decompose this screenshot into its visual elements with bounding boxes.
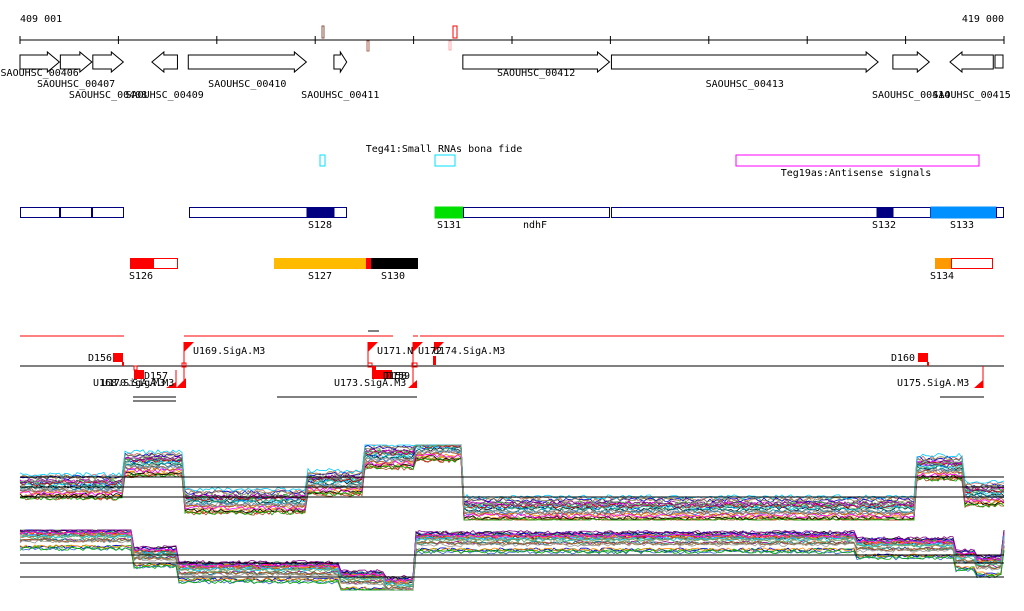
- s132-label: S132: [872, 220, 896, 231]
- segment-s127[interactable]: [274, 258, 366, 269]
- axis-feature: [366, 40, 370, 52]
- gene-arrow[interactable]: [610, 50, 879, 74]
- s130-label: S130: [381, 271, 405, 282]
- s131-label: S131: [437, 220, 461, 231]
- ndhf-label: ndhF: [523, 220, 547, 231]
- gene-arrow[interactable]: [187, 50, 308, 74]
- tss-marker[interactable]: [918, 353, 928, 362]
- expression-panel-1: [19, 444, 1005, 521]
- axis-start-label: 409 001: [20, 14, 62, 25]
- tss-label: U175.SigA.M3: [897, 378, 969, 389]
- gene-label: SAOUHSC_00412: [497, 68, 575, 79]
- gene-label: SAOUHSC_00413: [706, 79, 784, 90]
- tss-track: [20, 330, 1004, 402]
- gene-label: SAOUHSC_00406: [1, 68, 79, 79]
- s128-label: S128: [308, 220, 332, 231]
- gene-arrow[interactable]: [59, 50, 93, 74]
- gene-label: SAOUHSC_00407: [37, 79, 115, 90]
- tss-label: U169.SigA.M3: [193, 346, 265, 357]
- segment-s133[interactable]: [930, 206, 997, 219]
- tss-label: U174.SigA.M3: [433, 346, 505, 357]
- s133-label: S133: [950, 220, 974, 231]
- gene-arrow[interactable]: [151, 50, 178, 74]
- segment-ndhf[interactable]: [463, 207, 610, 218]
- tss-label: U173.SigA.M3: [334, 378, 406, 389]
- s127-label: S127: [308, 271, 332, 282]
- segment[interactable]: [20, 207, 60, 218]
- segment-s134[interactable]: [935, 258, 951, 269]
- segments-row-1: [20, 206, 1004, 219]
- segment-s128[interactable]: [306, 207, 335, 218]
- gene-label: SAOUHSC_00409: [126, 90, 204, 101]
- tss-label: U170.SigA.M3: [102, 378, 174, 389]
- segment[interactable]: [92, 207, 124, 218]
- genome-browser: 409 001 419 000 SAOUHSC_00406SAOUHSC_004…: [1, 14, 1011, 591]
- s126-label: S126: [129, 271, 153, 282]
- gene-fragment[interactable]: [994, 54, 1004, 69]
- teg41-label: Teg41:Small RNAs bona fide: [366, 144, 523, 155]
- segment-s126[interactable]: [130, 258, 153, 269]
- axis-feature: [448, 40, 452, 51]
- teg19as-label: Teg19as:Antisense signals: [781, 168, 932, 179]
- gene-arrow[interactable]: [333, 50, 348, 74]
- s134-label: S134: [930, 271, 954, 282]
- gene-label: SAOUHSC_00415: [932, 90, 1010, 101]
- axis-end-label: 419 000: [962, 14, 1004, 25]
- segment-s131[interactable]: [434, 206, 464, 219]
- tss-marker[interactable]: [113, 353, 123, 362]
- gene-label: SAOUHSC_00410: [208, 79, 286, 90]
- segment-s130[interactable]: [371, 258, 418, 269]
- gene-arrow[interactable]: [892, 50, 931, 74]
- axis-feature: [452, 25, 458, 39]
- segment[interactable]: [951, 258, 993, 269]
- expression-line: [19, 455, 1005, 521]
- expression-line: [19, 455, 1005, 521]
- gene-arrow[interactable]: [92, 50, 125, 74]
- gene-label: SAOUHSC_00411: [301, 90, 379, 101]
- teg19as-feature[interactable]: [735, 154, 980, 167]
- tss-label: D156: [88, 353, 112, 364]
- segment[interactable]: [60, 207, 92, 218]
- segment[interactable]: [366, 258, 371, 269]
- axis-feature: [321, 25, 325, 39]
- expression-panel-2: [19, 529, 1005, 591]
- segment-s132[interactable]: [876, 207, 894, 218]
- tss-label: D160: [891, 353, 915, 364]
- expression-line: [19, 453, 1005, 519]
- gene-arrow[interactable]: [949, 50, 994, 74]
- expression-line: [19, 455, 1005, 521]
- segment[interactable]: [996, 207, 1004, 218]
- teg41-feature[interactable]: [434, 154, 456, 167]
- segment[interactable]: [153, 258, 178, 269]
- teg41-feature[interactable]: [319, 154, 326, 167]
- tss-label: U171.N: [377, 346, 413, 357]
